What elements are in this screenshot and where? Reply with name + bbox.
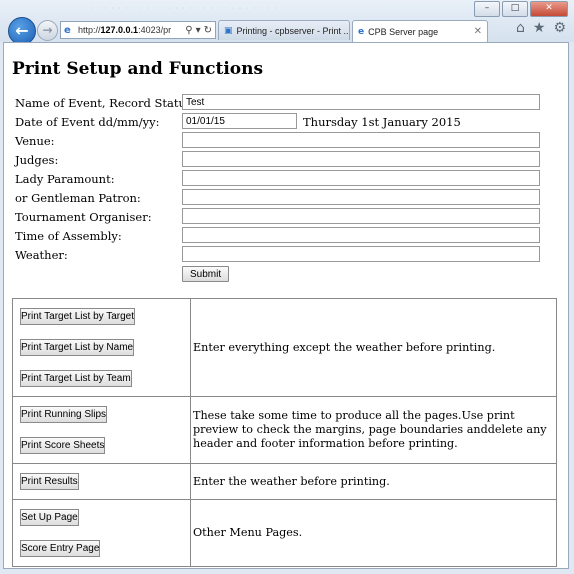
- section-note: Enter everything except the weather befo…: [190, 298, 557, 397]
- form-row-date: Date of Event dd/mm/yy: Thursday 1st Jan…: [15, 113, 560, 132]
- search-icon[interactable]: ⚲: [185, 25, 192, 36]
- button-cell: Print Target List by Target Print Target…: [12, 298, 191, 397]
- tournament-organiser-input[interactable]: [182, 208, 540, 224]
- window-controls: – □ ✕: [474, 1, 568, 17]
- forward-button[interactable]: →: [37, 20, 58, 41]
- section-note: Other Menu Pages.: [190, 499, 557, 567]
- url-rest: :4023/pr: [138, 25, 172, 35]
- minimize-button[interactable]: –: [474, 1, 500, 17]
- tab-favicon: ▣: [224, 25, 233, 36]
- print-functions-table: Print Target List by Target Print Target…: [12, 298, 557, 567]
- print-target-list-by-name-button[interactable]: Print Target List by Name: [20, 339, 135, 356]
- field-label: Date of Event dd/mm/yy:: [15, 115, 160, 129]
- gear-icon[interactable]: ⚙: [553, 20, 566, 36]
- ie-tab-icon: e: [358, 26, 365, 37]
- field-label: Time of Assembly:: [15, 229, 122, 243]
- table-row: Print Target List by Target Print Target…: [12, 298, 557, 397]
- section-note: These take some time to produce all the …: [190, 396, 557, 464]
- field-label: Weather:: [15, 248, 68, 262]
- form-row-lady-paramount: Lady Paramount:: [15, 170, 560, 189]
- print-running-slips-button[interactable]: Print Running Slips: [20, 406, 108, 423]
- table-row: Print Running Slips Print Score Sheets T…: [12, 396, 557, 464]
- tab-label: CPB Server page: [368, 26, 439, 37]
- print-score-sheets-button[interactable]: Print Score Sheets: [20, 437, 106, 454]
- section-note: Enter the weather before printing.: [190, 463, 557, 500]
- time-of-assembly-input[interactable]: [182, 227, 540, 243]
- button-cell: Print Running Slips Print Score Sheets: [12, 396, 191, 464]
- address-url[interactable]: http://127.0.0.1:4023/pr: [78, 25, 185, 35]
- event-date-input[interactable]: [182, 113, 297, 129]
- form-row-judges: Judges:: [15, 151, 560, 170]
- venue-input[interactable]: [182, 132, 540, 148]
- gentleman-patron-input[interactable]: [182, 189, 540, 205]
- button-cell: Print Results: [12, 463, 191, 500]
- tab-printing[interactable]: ▣ Printing - cpbserver - Print ...: [218, 20, 350, 40]
- page-title: Print Setup and Functions: [12, 59, 264, 79]
- back-arrow-icon: ←: [15, 21, 29, 40]
- refresh-icon[interactable]: ↻: [204, 25, 212, 36]
- form-row-weather: Weather:: [15, 246, 560, 265]
- page-viewport: Print Setup and Functions Name of Event,…: [3, 42, 569, 569]
- url-host: 127.0.0.1: [100, 25, 139, 35]
- judges-input[interactable]: [182, 151, 540, 167]
- maximize-button[interactable]: □: [502, 1, 528, 17]
- print-results-button[interactable]: Print Results: [20, 473, 79, 490]
- table-row: Print Results Enter the weather before p…: [12, 463, 557, 500]
- forward-arrow-icon: →: [42, 23, 53, 37]
- submit-button[interactable]: Submit: [182, 266, 230, 282]
- url-prefix: http://: [78, 25, 101, 35]
- form-row-time-of-assembly: Time of Assembly:: [15, 227, 560, 246]
- browser-chrome: · · · · · · · · · · · · · · · · · · · · …: [0, 0, 574, 45]
- address-bar[interactable]: e http://127.0.0.1:4023/pr ⚲ ▾ ↻: [60, 21, 216, 39]
- home-icon[interactable]: ⌂: [516, 20, 525, 36]
- field-label: Name of Event, Record Status:: [15, 96, 196, 110]
- field-label: Lady Paramount:: [15, 172, 115, 186]
- dropdown-icon[interactable]: ▾: [196, 25, 201, 36]
- print-target-list-by-team-button[interactable]: Print Target List by Team: [20, 370, 132, 387]
- field-label: or Gentleman Patron:: [15, 191, 141, 205]
- form-row-organiser: Tournament Organiser:: [15, 208, 560, 227]
- back-button[interactable]: ←: [8, 17, 36, 45]
- print-target-list-by-target-button[interactable]: Print Target List by Target: [20, 308, 136, 325]
- form-row-venue: Venue:: [15, 132, 560, 151]
- field-label: Tournament Organiser:: [15, 210, 152, 224]
- tab-label: Printing - cpbserver - Print ...: [236, 25, 350, 36]
- form-row-event-name: Name of Event, Record Status:: [15, 94, 560, 113]
- field-label: Venue:: [15, 134, 55, 148]
- weather-input[interactable]: [182, 246, 540, 262]
- button-cell: Set Up Page Score Entry Page: [12, 499, 191, 567]
- table-row: Set Up Page Score Entry Page Other Menu …: [12, 499, 557, 567]
- form-row-gentleman-patron: or Gentleman Patron:: [15, 189, 560, 208]
- close-tab-icon[interactable]: ✕: [474, 22, 482, 42]
- field-label: Judges:: [15, 153, 59, 167]
- date-long-text: Thursday 1st January 2015: [303, 115, 461, 129]
- ie-page-icon: e: [64, 24, 71, 36]
- set-up-page-button[interactable]: Set Up Page: [20, 509, 79, 526]
- favorites-star-icon[interactable]: ★: [533, 20, 546, 36]
- close-window-button[interactable]: ✕: [530, 1, 568, 17]
- score-entry-page-button[interactable]: Score Entry Page: [20, 540, 101, 557]
- menu-bar-ghost: · · · · · · · · · · · · · · · · · · · · …: [90, 4, 278, 13]
- lady-paramount-input[interactable]: [182, 170, 540, 186]
- tab-cpb-server[interactable]: e CPB Server page ✕: [352, 20, 488, 42]
- event-name-input[interactable]: [182, 94, 540, 110]
